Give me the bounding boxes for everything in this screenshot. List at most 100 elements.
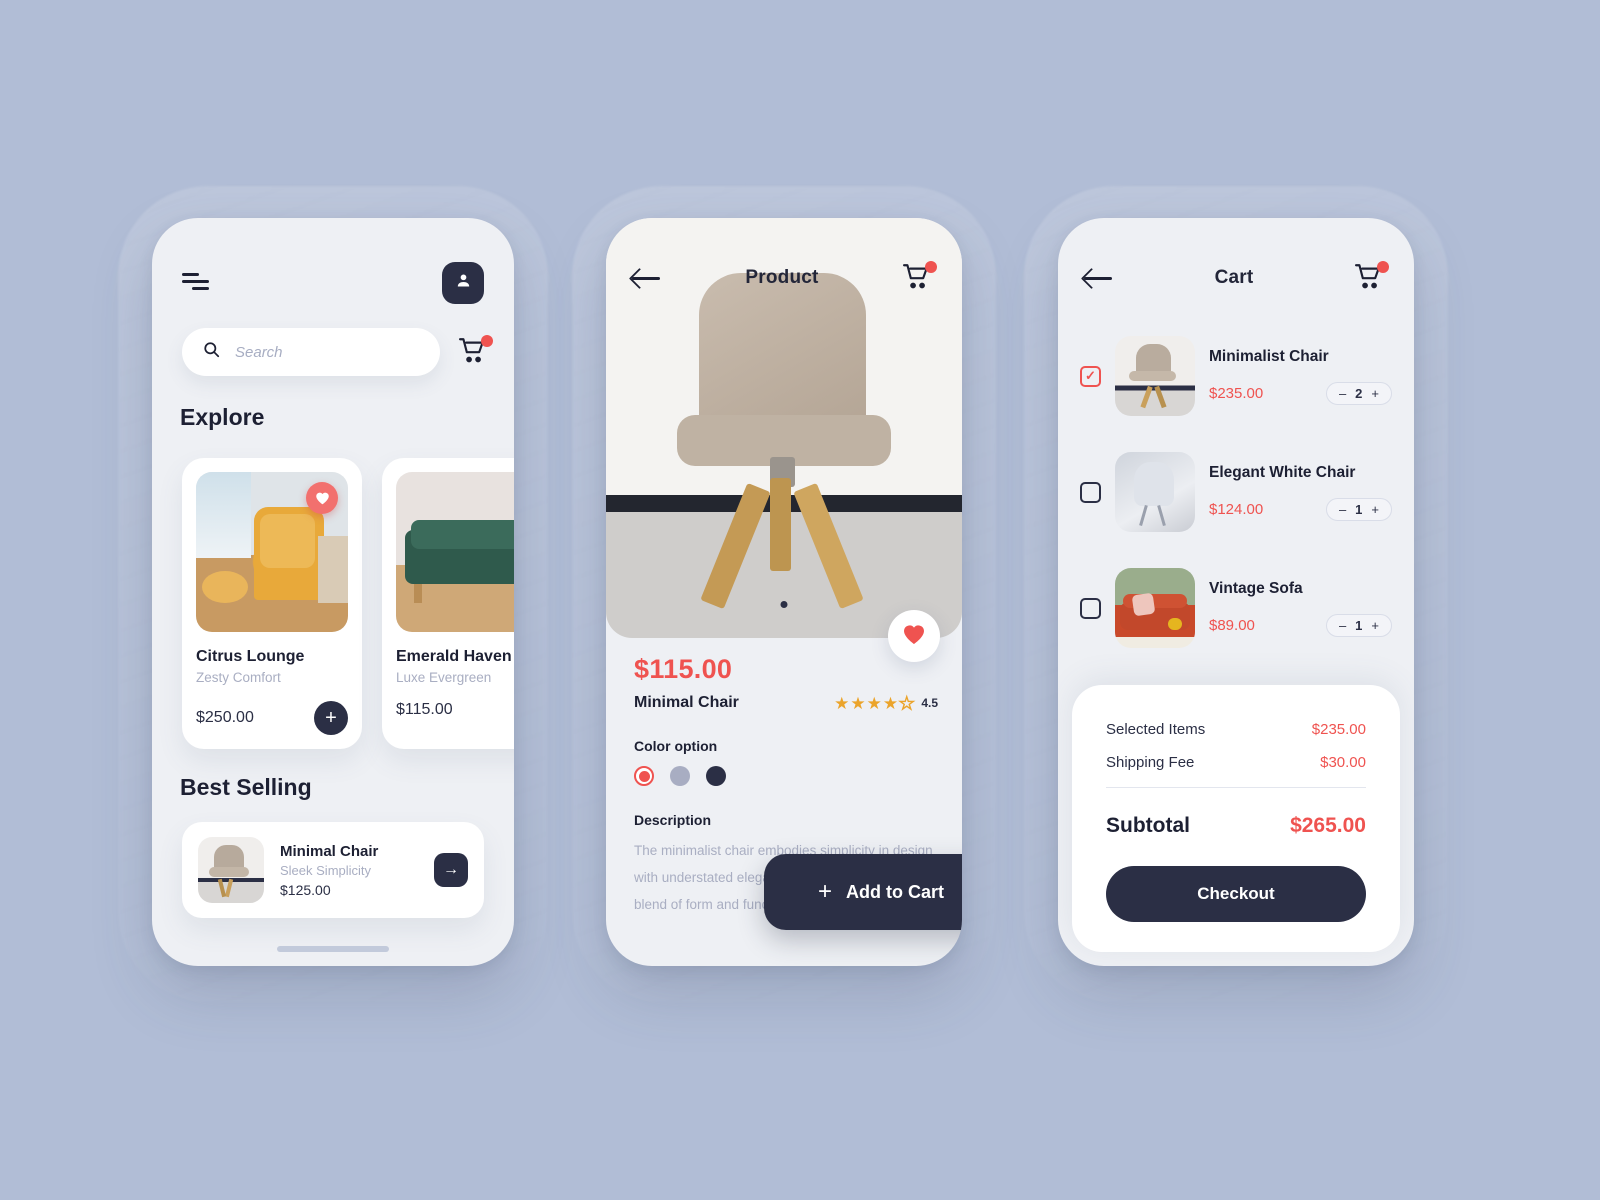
home-topbar [182, 262, 484, 304]
add-to-cart-label: Add to Cart [846, 881, 944, 902]
cart-topbar: Cart [1084, 261, 1389, 294]
cart-icon[interactable] [902, 261, 937, 293]
subtotal-value: $265.00 [1290, 814, 1366, 837]
rating-stars: ★ ★ ★ ★ ★ 4.5 [834, 693, 938, 713]
cart-item: Vintage Sofa $89.00 – 1 + [1080, 550, 1392, 666]
product-screen: Product $115.00 Minimal Chair ★ ★ ★ ★ ★ … [606, 218, 962, 966]
product-price: $115.00 [396, 701, 453, 718]
home-screen: Search Explore Citrus Lounge Zesty Comfo… [152, 218, 514, 966]
product-image-emerald-haven [396, 472, 514, 632]
cart-item-controls: $235.00 – 2 + [1209, 381, 1392, 405]
cart-icon[interactable] [1354, 261, 1389, 293]
quantity-stepper: – 1 + [1325, 613, 1392, 637]
search-row: Search [182, 328, 493, 376]
product-image-minimal-chair [198, 837, 264, 903]
product-name: Minimal Chair [280, 842, 379, 860]
product-name: Emerald Haven [396, 648, 512, 665]
search-icon [202, 340, 221, 364]
product-name: Vintage Sofa [1209, 579, 1303, 597]
product-subtitle: Sleek Simplicity [280, 862, 372, 878]
product-footer: $250.00 + [196, 701, 348, 735]
best-selling-card[interactable]: Minimal Chair Sleek Simplicity $125.00 → [182, 822, 484, 918]
cart-item-list: ✓ Minimalist Chair $235.00 – 2 + Elegant… [1080, 318, 1392, 666]
product-name: Minimal Chair [634, 694, 739, 711]
increment-button[interactable]: + [1371, 386, 1379, 401]
product-title-row: Minimal Chair ★ ★ ★ ★ ★ 4.5 [634, 694, 938, 712]
favorite-button[interactable] [888, 610, 940, 662]
add-to-cart-button[interactable]: + Add to Cart [764, 854, 962, 930]
product-image-minimalist-chair [1115, 336, 1195, 416]
shipping-fee-value: $30.00 [1320, 754, 1366, 771]
explore-card-list: Citrus Lounge Zesty Comfort $250.00 + Em… [182, 458, 514, 749]
cart-item: Elegant White Chair $124.00 – 1 + [1080, 434, 1392, 550]
cart-badge [481, 335, 493, 347]
cart-item-controls: $89.00 – 1 + [1209, 613, 1392, 637]
star-filled-icon: ★ [834, 693, 850, 713]
phone-home-screen: Search Explore Citrus Lounge Zesty Comfo… [152, 218, 514, 966]
carousel-indicator-dot[interactable] [780, 601, 788, 608]
product-price: $125.00 [280, 881, 331, 898]
quantity-value: 2 [1355, 385, 1363, 401]
add-to-cart-button[interactable]: + [314, 701, 348, 735]
decrement-button[interactable]: – [1339, 386, 1346, 401]
home-indicator [277, 946, 389, 952]
order-summary-panel: Selected Items $235.00 Shipping Fee $30.… [1072, 685, 1400, 952]
decrement-button[interactable]: – [1339, 502, 1346, 517]
search-input[interactable]: Search [182, 328, 440, 376]
cart-badge [1377, 261, 1389, 273]
cart-badge [925, 261, 937, 273]
section-title-best-selling: Best Selling [180, 774, 312, 800]
color-swatch-navy[interactable] [706, 766, 726, 786]
product-topbar: Product [632, 261, 937, 294]
decrement-button[interactable]: – [1339, 618, 1346, 633]
user-icon [454, 271, 473, 295]
go-to-product-button[interactable]: → [434, 853, 468, 887]
selected-items-value: $235.00 [1311, 721, 1366, 738]
canvas: Search Explore Citrus Lounge Zesty Comfo… [0, 0, 1600, 1200]
product-name: Minimalist Chair [1209, 347, 1329, 365]
shipping-fee-label: Shipping Fee [1106, 754, 1195, 771]
back-arrow-icon[interactable] [1084, 267, 1114, 289]
best-selling-info: Minimal Chair Sleek Simplicity $125.00 [280, 843, 418, 898]
cart-item-info: Vintage Sofa $89.00 – 1 + [1209, 580, 1392, 637]
quantity-value: 1 [1355, 501, 1363, 517]
profile-button[interactable] [442, 262, 484, 304]
favorite-button[interactable] [306, 482, 338, 514]
color-option-list [634, 766, 938, 786]
selected-items-label: Selected Items [1106, 721, 1206, 738]
increment-button[interactable]: + [1371, 618, 1379, 633]
subtotal-label: Subtotal [1106, 814, 1190, 837]
item-checkbox-checked[interactable]: ✓ [1080, 365, 1101, 387]
item-checkbox-unchecked[interactable] [1080, 481, 1101, 503]
product-name: Elegant White Chair [1209, 463, 1356, 481]
product-price: $115.00 [634, 654, 733, 684]
item-checkbox-unchecked[interactable] [1080, 597, 1101, 619]
cart-item-info: Elegant White Chair $124.00 – 1 + [1209, 464, 1392, 521]
summary-divider [1106, 787, 1366, 788]
star-empty-icon: ★ [898, 693, 915, 713]
product-card[interactable]: Citrus Lounge Zesty Comfort $250.00 + [182, 458, 362, 749]
hamburger-icon[interactable] [182, 271, 216, 295]
product-subtitle: Zesty Comfort [196, 670, 281, 685]
product-image-vintage-sofa [1115, 568, 1195, 648]
color-swatch-red[interactable] [634, 766, 654, 786]
description-label: Description [634, 812, 712, 828]
product-subtitle: Luxe Evergreen [396, 670, 492, 685]
rating-value: 4.5 [921, 696, 938, 710]
summary-row-selected-items: Selected Items $235.00 [1106, 721, 1366, 738]
back-arrow-icon[interactable] [632, 267, 662, 289]
quantity-stepper: – 1 + [1325, 497, 1392, 521]
increment-button[interactable]: + [1371, 502, 1379, 517]
checkout-button[interactable]: Checkout [1106, 866, 1366, 922]
cart-icon[interactable] [458, 335, 493, 367]
plus-icon: + [817, 878, 832, 905]
phone-product-screen: Product $115.00 Minimal Chair ★ ★ ★ ★ ★ … [606, 218, 962, 966]
summary-row-shipping-fee: Shipping Fee $30.00 [1106, 754, 1366, 771]
page-title: Product [745, 267, 819, 288]
product-image-elegant-white-chair [1115, 452, 1195, 532]
color-swatch-grey[interactable] [670, 766, 690, 786]
quantity-stepper: – 2 + [1325, 381, 1392, 405]
product-card[interactable]: Emerald Haven Luxe Evergreen $115.00 [382, 458, 514, 749]
product-price: $250.00 [196, 709, 254, 726]
cart-item: ✓ Minimalist Chair $235.00 – 2 + [1080, 318, 1392, 434]
